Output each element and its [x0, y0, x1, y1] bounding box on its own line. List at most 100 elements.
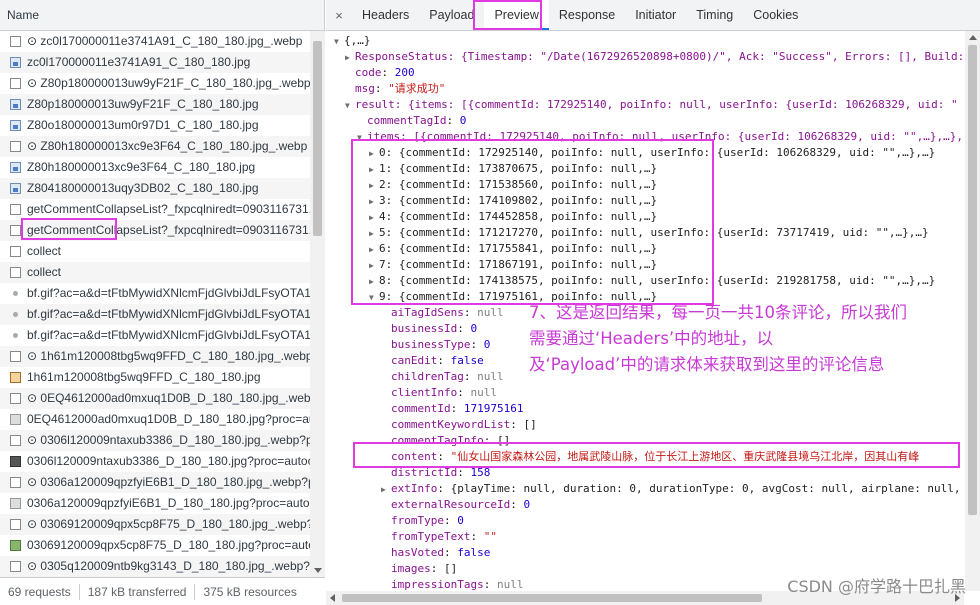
scrollbar-thumb[interactable] [968, 45, 977, 515]
request-row[interactable]: Z80o180000013um0r97D1_C_180_180.jpg [0, 115, 310, 136]
request-row[interactable]: collect [0, 241, 310, 262]
request-row[interactable]: ⊙ 0306l120009ntaxub3386_D_180_180.jpg_.w… [0, 430, 310, 451]
scrollbar-thumb[interactable] [313, 41, 322, 236]
expand-triangle-icon[interactable]: ▶ [369, 162, 379, 178]
request-name: 03069120009qpx5cp8F75_D_180_180.jpg?proc… [27, 538, 310, 552]
field-fromTypeText: fromTypeText: "" [391, 530, 497, 543]
request-row[interactable]: getCommentCollapseList?_fxpcqlniredt=090… [0, 199, 310, 220]
collapse-triangle-icon[interactable]: ▼ [334, 34, 344, 50]
field-key: impressionTags [391, 578, 484, 591]
doc-icon [10, 561, 21, 572]
item-row[interactable]: ▶ 3: {commentId: 174109802, poiInfo: null… [369, 193, 657, 209]
field-images: images: [] [391, 562, 458, 575]
msg-line: msg: "请求成功" [355, 82, 446, 95]
expand-triangle-icon[interactable]: ▶ [369, 242, 379, 258]
request-row[interactable]: Z80p180000013uw9yF21F_C_180_180.jpg [0, 94, 310, 115]
expand-triangle-icon[interactable]: ▶ [345, 50, 355, 66]
expand-triangle-icon[interactable]: ▶ [369, 194, 379, 210]
field-key: externalResourceId [391, 498, 511, 511]
item-row[interactable]: ▶ 5: {commentId: 171217270, poiInfo: null… [369, 225, 929, 241]
collapse-triangle-icon[interactable]: ▼ [345, 98, 355, 114]
name-column-header[interactable]: Name [0, 0, 324, 31]
request-row[interactable]: Z80h180000013xc9e3F64_C_180_180.jpg [0, 157, 310, 178]
field-aiTagIdSens: aiTagIdSens: null [391, 306, 504, 319]
request-row[interactable]: bf.gif?ac=a&d=tFtbMywidXNlcmFjdGlvbiJdLF… [0, 283, 310, 304]
field-value: "" [483, 530, 497, 543]
request-row[interactable]: ⊙ zc0l170000011e3741A91_C_180_180.jpg_.w… [0, 31, 310, 52]
request-row[interactable]: ⊙ 0306a120009qpzfyiE6B1_D_180_180.jpg_.w… [0, 472, 310, 493]
tab-response[interactable]: Response [549, 0, 625, 30]
request-list: ⊙ zc0l170000011e3741A91_C_180_180.jpg_.w… [0, 31, 310, 577]
tab-headers[interactable]: Headers [352, 0, 419, 30]
item-row[interactable]: ▶ 6: {commentId: 171755841, poiInfo: null… [369, 241, 657, 257]
response-status-line[interactable]: ▶ ResponseStatus: {Timestamp: "/Date(1672… [345, 49, 964, 65]
field-key: aiTagIdSens [391, 306, 464, 319]
request-row[interactable]: 0EQ4612000ad0mxuq1D0B_D_180_180.jpg?proc… [0, 409, 310, 430]
request-row[interactable]: zc0l170000011e3741A91_C_180_180.jpg [0, 52, 310, 73]
collapse-triangle-icon[interactable]: ▼ [369, 290, 379, 306]
item-row[interactable]: ▶ 0: {commentId: 172925140, poiInfo: null… [369, 145, 935, 161]
request-row[interactable]: Z804180000013uqy3DB02_C_180_180.jpg [0, 178, 310, 199]
request-row[interactable]: bf.gif?ac=a&d=tFtbMywidXNlcmFjdGlvbiJdLF… [0, 304, 310, 325]
expand-triangle-icon[interactable]: ▶ [381, 482, 391, 498]
field-childrenTag: childrenTag: null [391, 370, 504, 383]
expand-triangle-icon[interactable]: ▶ [369, 226, 379, 242]
field-value: 0 [483, 338, 491, 351]
field-value: 0 [470, 322, 478, 335]
tab-cookies[interactable]: Cookies [743, 0, 808, 30]
request-name: 0306a120009qpzfyiE6B1_D_180_180.jpg?proc… [27, 496, 310, 510]
field-value: 0 [457, 514, 464, 527]
field-value: null [477, 370, 504, 383]
close-icon[interactable]: × [326, 0, 352, 30]
field-value: [] [444, 562, 458, 575]
field-commentTagInfo: commentTagInfo: [] [391, 434, 511, 447]
item-row[interactable]: ▶ 7: {commentId: 171867191, poiInfo: null… [369, 257, 657, 273]
tab-initiator[interactable]: Initiator [625, 0, 686, 30]
request-row[interactable]: collect [0, 262, 310, 283]
tab-preview[interactable]: Preview [484, 0, 549, 30]
request-row[interactable]: ⊙ Z80h180000013xc9e3F64_C_180_180.jpg_.w… [0, 136, 310, 157]
result-line[interactable]: ▼ result: {items: [{commentId: 172925140,… [345, 97, 958, 113]
collapse-triangle-icon[interactable]: ▼ [357, 130, 367, 146]
request-row[interactable]: bf.gif?ac=a&d=tFtbMywidXNlcmFjdGlvbiJdLF… [0, 325, 310, 346]
field-extInfo[interactable]: ▶ extInfo: {playTime: null, duration: 0, … [381, 481, 961, 497]
request-row[interactable]: ⊙ 0305q120009ntb9kg3143_D_180_180.jpg_.w… [0, 556, 310, 577]
scroll-down-arrow-icon[interactable] [314, 568, 322, 573]
request-row[interactable]: 0306l120009ntaxub3386_D_180_180.jpg?proc… [0, 451, 310, 472]
scroll-left-arrow-icon[interactable] [330, 594, 335, 602]
item-row[interactable]: ▶ 4: {commentId: 174452858, poiInfo: null… [369, 209, 657, 225]
request-row[interactable]: 0306a120009qpzfyiE6B1_D_180_180.jpg?proc… [0, 493, 310, 514]
request-row[interactable]: ⊙ 0EQ4612000ad0mxuq1D0B_D_180_180.jpg_.w… [0, 388, 310, 409]
request-row[interactable]: getCommentCollapseList?_fxpcqlniredt=090… [0, 220, 310, 241]
request-row[interactable]: ⊙ 03069120009qpx5cp8F75_D_180_180.jpg_.w… [0, 514, 310, 535]
expand-triangle-icon[interactable]: ▶ [369, 210, 379, 226]
expand-triangle-icon[interactable]: ▶ [369, 146, 379, 162]
field-commentId: commentId: 171975161 [391, 402, 524, 415]
item-row[interactable]: ▶ 1: {commentId: 173870675, poiInfo: null… [369, 161, 657, 177]
field-value: 0 [523, 498, 531, 511]
doc-icon [10, 267, 21, 278]
scroll-up-arrow-icon[interactable] [969, 35, 977, 40]
expand-triangle-icon[interactable]: ▶ [369, 178, 379, 194]
items-line[interactable]: ▼ items: [{commentId: 172925140, poiInfo:… [357, 129, 963, 145]
item-row[interactable]: ▶ 8: {commentId: 174138575, poiInfo: null… [369, 273, 935, 289]
field-key: fromTypeText [391, 530, 471, 543]
tab-timing[interactable]: Timing [686, 0, 743, 30]
json-root-line[interactable]: ▼ {,…} [334, 33, 371, 49]
scrollbar-thumb[interactable] [342, 594, 762, 602]
tab-payload[interactable]: Payload [419, 0, 484, 30]
expand-triangle-icon[interactable]: ▶ [369, 274, 379, 290]
request-row[interactable]: 1h61m120008tbg5wq9FFD_C_180_180.jpg [0, 367, 310, 388]
field-key: businessId [391, 322, 458, 335]
expand-triangle-icon[interactable]: ▶ [369, 258, 379, 274]
request-row[interactable]: ⊙ Z80p180000013uw9yF21F_C_180_180.jpg_.w… [0, 73, 310, 94]
item-row[interactable]: ▶ 2: {commentId: 171538560, poiInfo: null… [369, 177, 657, 193]
request-list-scrollbar[interactable] [310, 31, 325, 577]
request-row[interactable]: 03069120009qpx5cp8F75_D_180_180.jpg?proc… [0, 535, 310, 556]
request-name: ⊙ 0EQ4612000ad0mxuq1D0B_D_180_180.jpg_.w… [27, 391, 310, 405]
request-row[interactable]: ⊙ 1h61m120008tbg5wq9FFD_C_180_180.jpg_.w… [0, 346, 310, 367]
field-value: [] [496, 434, 511, 447]
image-icon [10, 57, 21, 68]
item-summary: 5: {commentId: 171217270, poiInfo: null,… [379, 226, 929, 239]
request-name: ⊙ 0305q120009ntb9kg3143_D_180_180.jpg_.w… [27, 559, 310, 573]
